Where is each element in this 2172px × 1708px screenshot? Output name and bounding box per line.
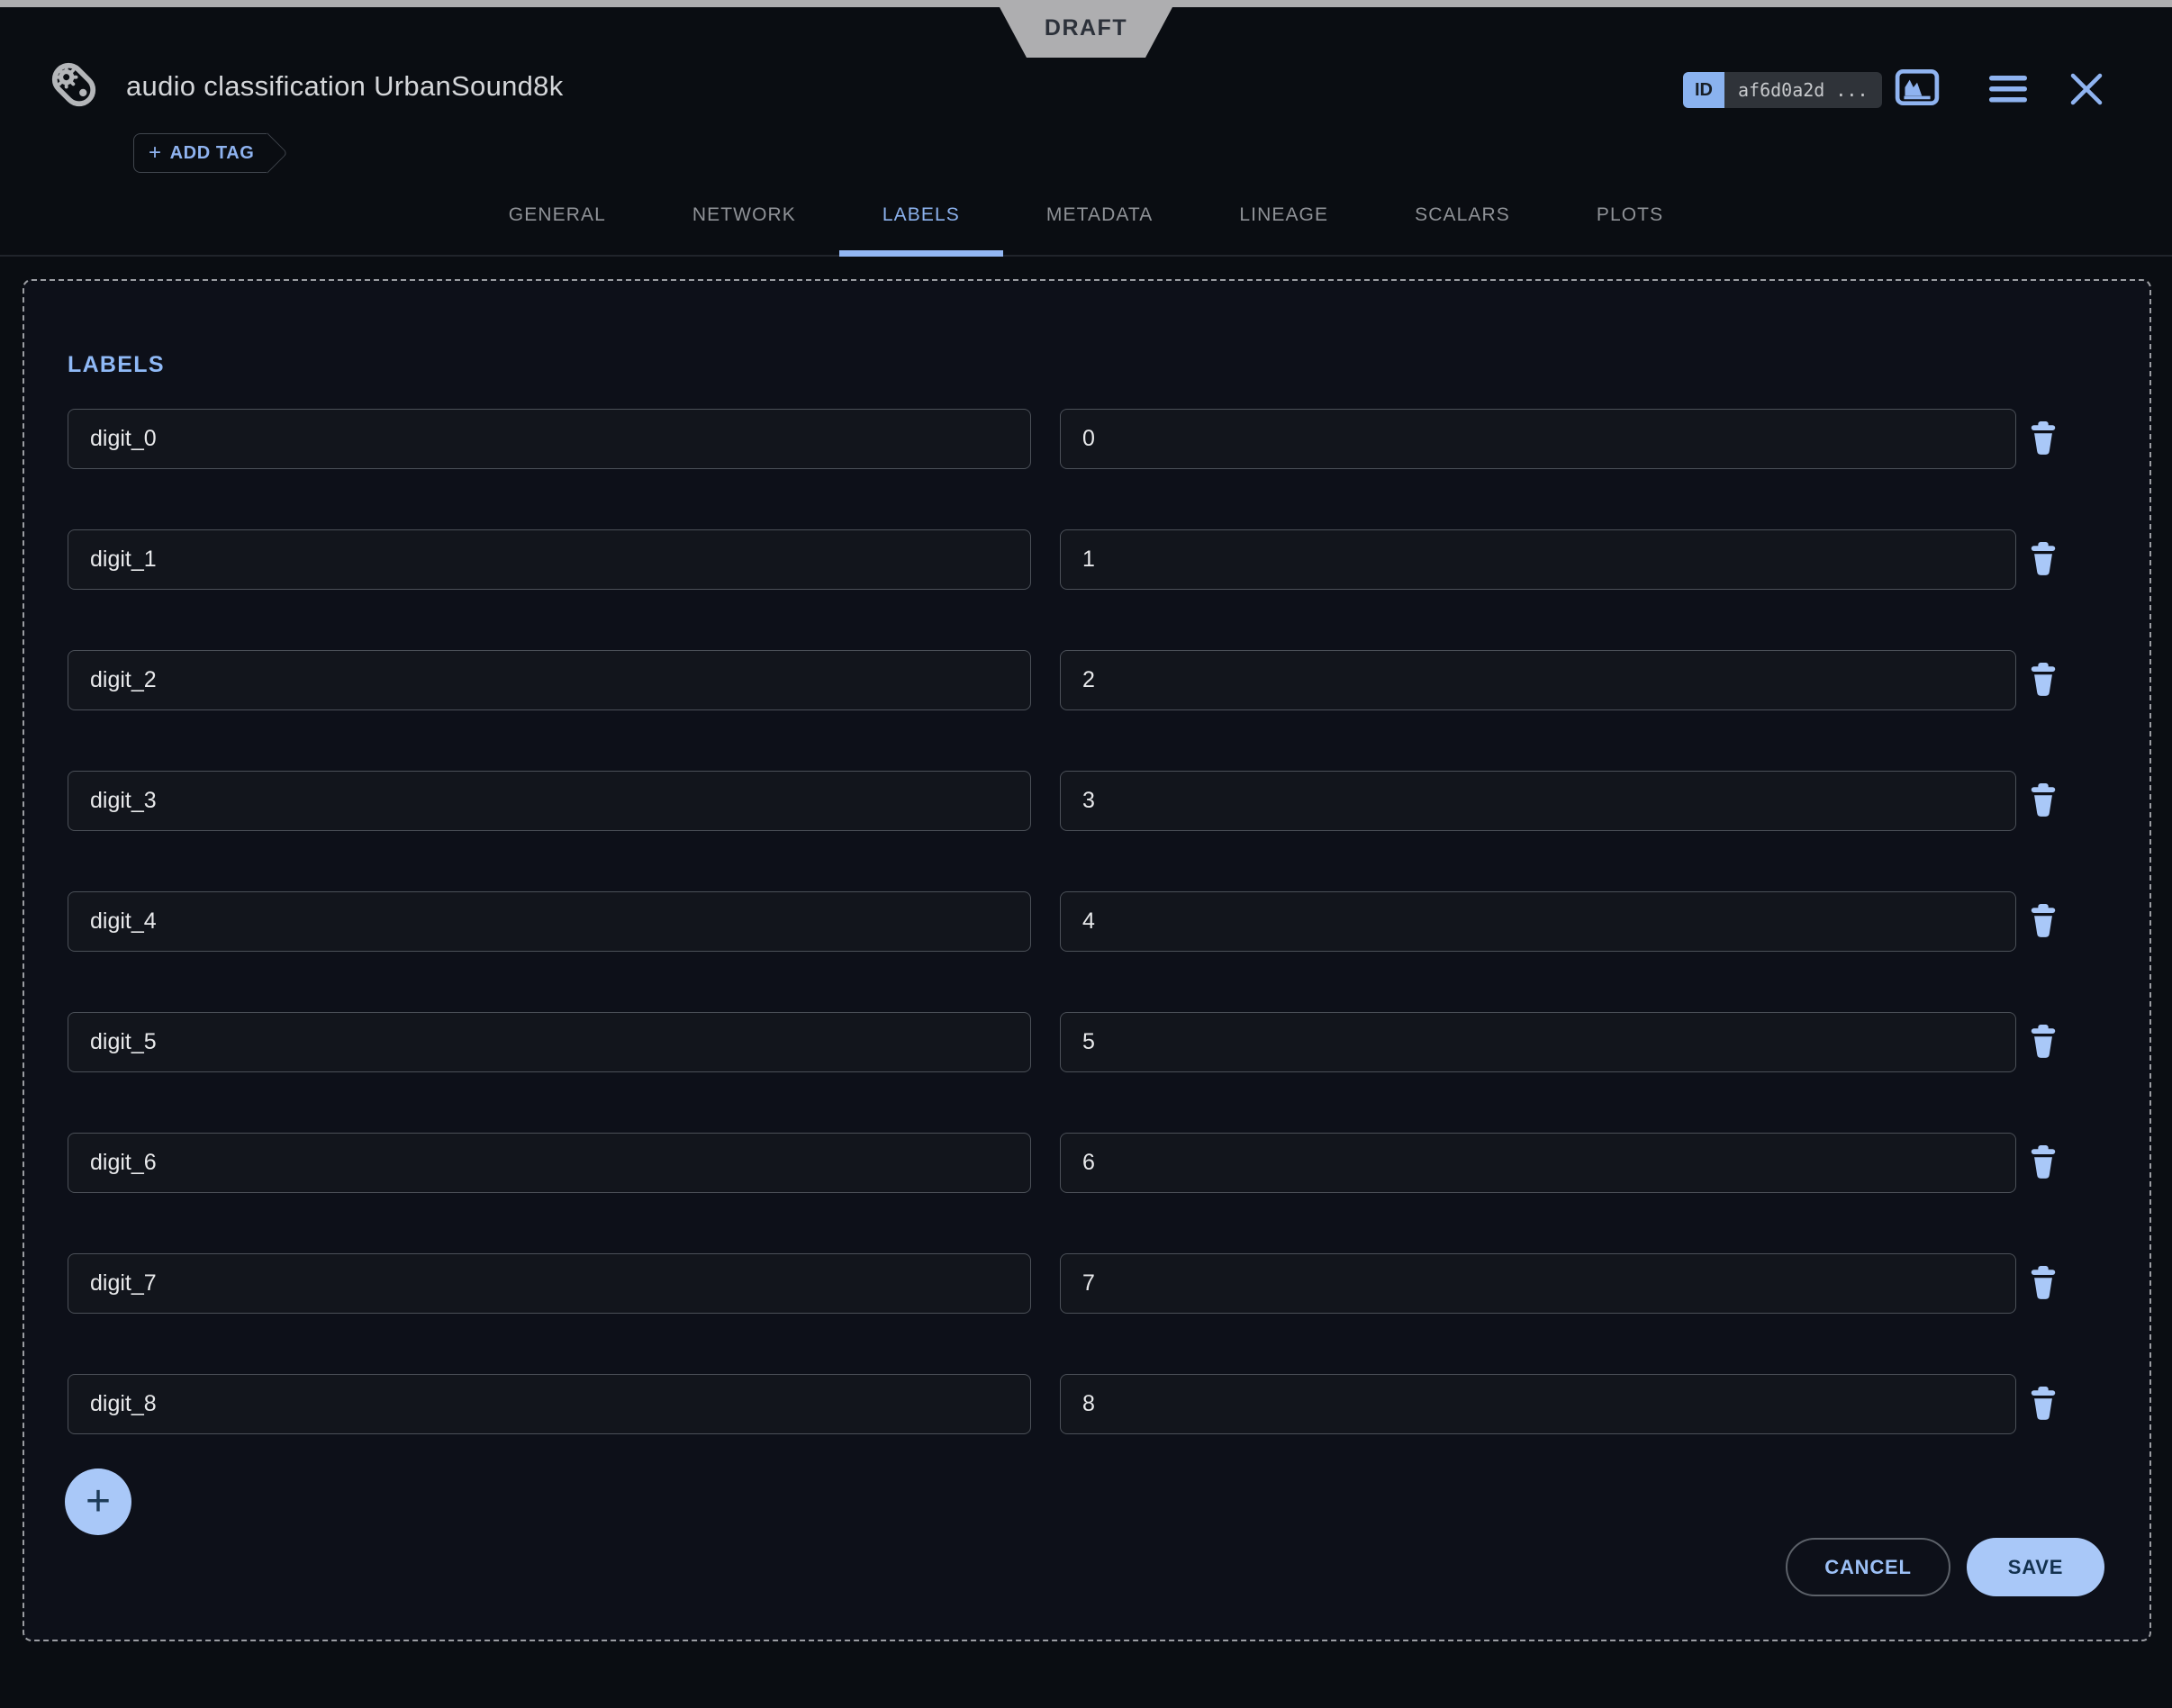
- label-row: [68, 771, 2106, 831]
- label-value-input[interactable]: [1060, 409, 2016, 469]
- section-heading: LABELS: [68, 352, 2106, 378]
- delete-label-button[interactable]: [2023, 657, 2063, 704]
- label-value-input[interactable]: [1060, 1253, 2016, 1314]
- label-name-input[interactable]: [68, 1374, 1031, 1434]
- delete-label-button[interactable]: [2023, 899, 2063, 945]
- trash-icon: [2028, 1385, 2059, 1423]
- tab-network[interactable]: NETWORK: [649, 187, 839, 255]
- label-row: [68, 1253, 2106, 1314]
- panel-footer: + CANCEL SAVE: [68, 1469, 2106, 1604]
- delete-label-button[interactable]: [2023, 1019, 2063, 1066]
- trash-icon: [2028, 1264, 2059, 1303]
- tab-metadata[interactable]: METADATA: [1003, 187, 1196, 255]
- trash-icon: [2028, 902, 2059, 941]
- label-row: [68, 1133, 2106, 1193]
- delete-label-button[interactable]: [2023, 416, 2063, 463]
- label-name-input[interactable]: [68, 1253, 1031, 1314]
- label-row: [68, 1374, 2106, 1434]
- tab-general[interactable]: GENERAL: [466, 187, 649, 255]
- label-name-input[interactable]: [68, 891, 1031, 952]
- label-value-input[interactable]: [1060, 1374, 2016, 1434]
- label-name-input[interactable]: [68, 529, 1031, 590]
- close-button[interactable]: [2068, 70, 2105, 108]
- plus-icon: +: [149, 142, 162, 164]
- delete-label-button[interactable]: [2023, 537, 2063, 583]
- status-ribbon-label: DRAFT: [1045, 15, 1127, 41]
- label-rows: [68, 409, 2106, 1434]
- plots-image-icon: [1895, 95, 1940, 109]
- status-strip: [0, 0, 2172, 7]
- add-label-button[interactable]: +: [65, 1469, 131, 1535]
- label-value-input[interactable]: [1060, 891, 2016, 952]
- label-name-input[interactable]: [68, 1012, 1031, 1072]
- delete-label-button[interactable]: [2023, 1140, 2063, 1187]
- label-name-input[interactable]: [68, 771, 1031, 831]
- add-tag-button[interactable]: + ADD TAG: [133, 133, 267, 173]
- label-name-input[interactable]: [68, 650, 1031, 710]
- label-value-input[interactable]: [1060, 650, 2016, 710]
- id-badge-label: ID: [1683, 72, 1724, 108]
- id-badge-value: af6d0a2d ...: [1724, 72, 1882, 108]
- labels-panel: LABELS: [23, 279, 2151, 1641]
- plots-image-button[interactable]: [1895, 68, 1940, 108]
- label-value-input[interactable]: [1060, 1133, 2016, 1193]
- trash-icon: [2028, 782, 2059, 820]
- plus-icon: +: [86, 1478, 111, 1525]
- tab-labels[interactable]: LABELS: [839, 187, 1003, 255]
- label-row: [68, 1012, 2106, 1072]
- trash-icon: [2028, 1143, 2059, 1182]
- label-name-input[interactable]: [68, 409, 1031, 469]
- menu-button[interactable]: [1988, 74, 2028, 104]
- action-buttons: CANCEL SAVE: [1786, 1538, 2104, 1596]
- status-ribbon: DRAFT: [1000, 7, 1172, 58]
- model-gear-icon: [45, 56, 103, 113]
- label-name-input[interactable]: [68, 1133, 1031, 1193]
- trash-icon: [2028, 420, 2059, 458]
- tab-scalars[interactable]: SCALARS: [1371, 187, 1553, 255]
- trash-icon: [2028, 661, 2059, 700]
- delete-label-button[interactable]: [2023, 778, 2063, 825]
- hamburger-menu-icon: [1988, 94, 2028, 107]
- cancel-button[interactable]: CANCEL: [1786, 1538, 1950, 1596]
- id-badge[interactable]: ID af6d0a2d ...: [1683, 72, 1882, 108]
- trash-icon: [2028, 1023, 2059, 1062]
- label-value-input[interactable]: [1060, 771, 2016, 831]
- add-tag-label: ADD TAG: [170, 143, 255, 164]
- label-value-input[interactable]: [1060, 529, 2016, 590]
- tab-bar: GENERAL NETWORK LABELS METADATA LINEAGE …: [0, 187, 2172, 257]
- page-title: audio classification UrbanSound8k: [126, 70, 564, 103]
- label-value-input[interactable]: [1060, 1012, 2016, 1072]
- label-row: [68, 891, 2106, 952]
- tab-lineage[interactable]: LINEAGE: [1196, 187, 1371, 255]
- delete-label-button[interactable]: [2023, 1381, 2063, 1428]
- close-icon: [2068, 97, 2105, 111]
- tab-plots[interactable]: PLOTS: [1553, 187, 1706, 255]
- label-row: [68, 650, 2106, 710]
- delete-label-button[interactable]: [2023, 1261, 2063, 1307]
- save-button[interactable]: SAVE: [1967, 1538, 2104, 1596]
- label-row: [68, 529, 2106, 590]
- label-row: [68, 409, 2106, 469]
- trash-icon: [2028, 540, 2059, 579]
